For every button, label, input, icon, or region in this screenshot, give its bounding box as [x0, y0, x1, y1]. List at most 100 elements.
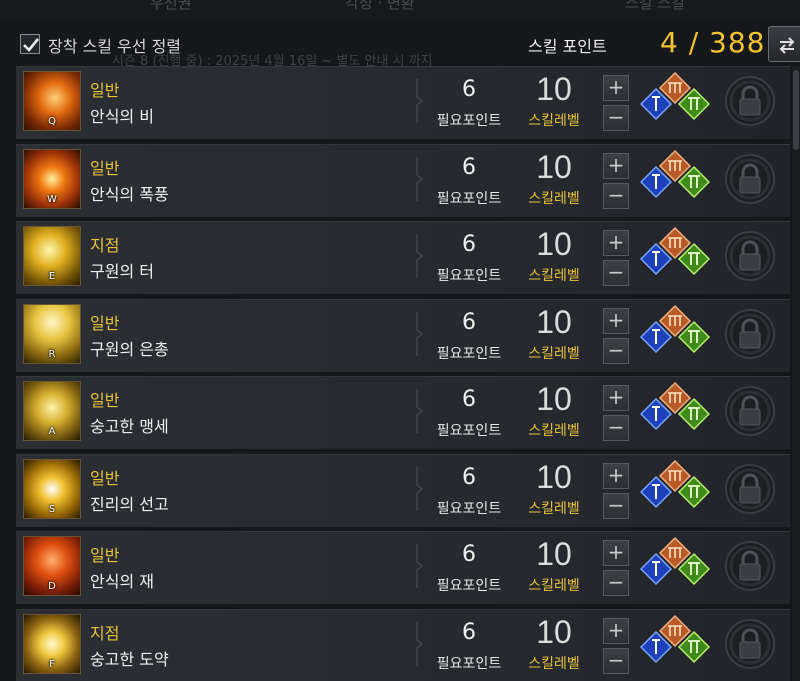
skill-row[interactable]: S 일반 진리의 선고 6 필요포인트 10 스킬레벨 + − [16, 453, 790, 527]
tripod-gems-icon[interactable] [640, 614, 710, 676]
skill-level-value: 10 [536, 226, 572, 262]
skill-level-label: 스킬레벨 [528, 190, 580, 207]
tripod-gems-icon[interactable] [640, 71, 710, 133]
required-points-label: 필요포인트 [436, 190, 502, 207]
level-down-button[interactable]: − [603, 260, 629, 286]
skill-row[interactable]: D 일반 안식의 재 6 필요포인트 10 스킬레벨 + − [16, 531, 790, 604]
tab-skill[interactable]: 스킬 스킬 [625, 0, 685, 13]
skill-level-value: 10 [536, 148, 572, 185]
divider-chevron-icon [416, 156, 423, 201]
level-down-button[interactable]: − [603, 647, 629, 674]
ash-skill-icon[interactable]: D [23, 536, 81, 596]
required-points-value: 6 [462, 309, 476, 335]
lock-icon[interactable] [724, 75, 776, 127]
skill-row[interactable]: A 일반 숭고한 맹세 6 필요포인트 10 스킬레벨 + − [16, 376, 790, 449]
skill-category: 일반 [90, 391, 120, 410]
tripod-gems-icon[interactable] [640, 226, 710, 288]
required-points-label: 필요포인트 [436, 578, 502, 594]
skill-level-label: 스킬레벨 [528, 655, 580, 672]
skill-category: 지점 [90, 236, 120, 255]
level-up-button[interactable]: + [603, 540, 629, 566]
skill-row[interactable]: R 일반 구원의 은총 6 필요포인트 10 스킬레벨 + − [16, 298, 790, 372]
skill-category: 일반 [90, 158, 120, 178]
skill-name: 진리의 선고 [90, 494, 169, 514]
skill-row[interactable]: F 지점 숭고한 도약 6 필요포인트 10 스킬레벨 + − [16, 608, 790, 681]
divider-chevron-icon [416, 79, 423, 123]
oath-skill-icon[interactable]: A [23, 381, 81, 441]
skill-name: 안식의 폭풍 [90, 184, 169, 204]
lock-icon[interactable] [724, 308, 776, 360]
level-up-button[interactable]: + [603, 385, 629, 411]
skill-level-value: 10 [536, 536, 572, 572]
required-points-value: 6 [462, 232, 476, 257]
skill-level-value: 10 [536, 303, 572, 340]
salvation-ground-skill-icon[interactable]: E [23, 226, 81, 286]
divider-chevron-icon [416, 466, 423, 511]
hotkey-badge: E [48, 271, 56, 282]
skill-list: Q 일반 안식의 비 6 필요포인트 10 스킬레벨 + − W 일반 안식의 … [16, 66, 790, 681]
tripod-gems-icon[interactable] [640, 381, 710, 443]
sort-label[interactable]: 장착 스킬 우선 정렬 [48, 33, 181, 57]
level-up-button[interactable]: + [603, 462, 629, 489]
skill-level-label: 스킬레벨 [528, 500, 580, 517]
level-up-button[interactable]: + [603, 230, 629, 256]
level-down-button[interactable]: − [603, 105, 629, 131]
tab-priority[interactable]: 우선권 [150, 0, 191, 13]
skill-level-value: 10 [536, 381, 572, 417]
scrollbar[interactable] [792, 66, 800, 681]
required-points-label: 필요포인트 [436, 500, 502, 517]
lock-icon[interactable] [724, 153, 776, 205]
lock-icon[interactable] [724, 618, 776, 670]
storm-skill-icon[interactable]: W [23, 148, 81, 209]
skill-row[interactable]: W 일반 안식의 폭풍 6 필요포인트 10 스킬레벨 + − [16, 143, 790, 217]
tripod-gems-icon[interactable] [640, 304, 710, 366]
skill-point-label: 스킬 포인트 [528, 37, 607, 56]
tripod-gems-icon[interactable] [640, 536, 710, 598]
level-up-button[interactable]: + [603, 152, 629, 179]
required-points-label: 필요포인트 [436, 423, 502, 439]
required-points-value: 6 [462, 619, 476, 645]
required-points-value: 6 [462, 154, 476, 180]
leap-skill-icon[interactable]: F [23, 613, 81, 674]
scrollbar-thumb[interactable] [793, 70, 799, 150]
reset-button[interactable] [768, 26, 800, 62]
tripod-gems-icon[interactable] [640, 149, 710, 211]
level-down-button[interactable]: − [603, 415, 629, 441]
level-up-button[interactable]: + [603, 617, 629, 644]
required-points-label: 필요포인트 [436, 268, 502, 284]
tab-awakening[interactable]: 각성 · 변환 [345, 0, 415, 13]
lock-icon[interactable] [724, 230, 776, 282]
skill-name: 안식의 비 [90, 107, 154, 126]
level-up-button[interactable]: + [603, 307, 629, 334]
rain-skill-icon[interactable]: Q [23, 71, 81, 131]
sort-checkbox[interactable] [20, 34, 40, 54]
hotkey-badge: F [49, 658, 55, 670]
required-points-label: 필요포인트 [436, 345, 502, 362]
skill-category: 일반 [90, 468, 120, 488]
lock-icon[interactable] [724, 463, 776, 515]
level-down-button[interactable]: − [603, 337, 629, 364]
hotkey-badge: D [48, 581, 56, 592]
lock-icon[interactable] [724, 540, 776, 592]
level-down-button[interactable]: − [603, 570, 629, 596]
required-points-value: 6 [462, 464, 476, 490]
level-up-button[interactable]: + [603, 75, 629, 101]
skill-row[interactable]: E 지점 구원의 터 6 필요포인트 10 스킬레벨 + − [16, 221, 790, 294]
verdict-skill-icon[interactable]: S [23, 458, 81, 519]
lock-icon[interactable] [724, 385, 776, 437]
skill-category: 일반 [90, 81, 120, 100]
divider-chevron-icon [416, 544, 423, 588]
hotkey-badge: A [48, 426, 56, 437]
level-down-button[interactable]: − [603, 492, 629, 519]
skill-row[interactable]: Q 일반 안식의 비 6 필요포인트 10 스킬레벨 + − [16, 66, 790, 139]
divider-chevron-icon [416, 311, 423, 356]
skill-name: 숭고한 맹세 [90, 417, 169, 436]
hotkey-badge: W [47, 193, 57, 205]
skill-level-label: 스킬레벨 [528, 578, 580, 594]
divider-chevron-icon [416, 621, 423, 666]
skill-category: 지점 [90, 623, 120, 643]
level-down-button[interactable]: − [603, 182, 629, 209]
tripod-gems-icon[interactable] [640, 459, 710, 521]
grace-skill-icon[interactable]: R [23, 303, 81, 364]
skill-name: 구원의 터 [90, 262, 154, 281]
